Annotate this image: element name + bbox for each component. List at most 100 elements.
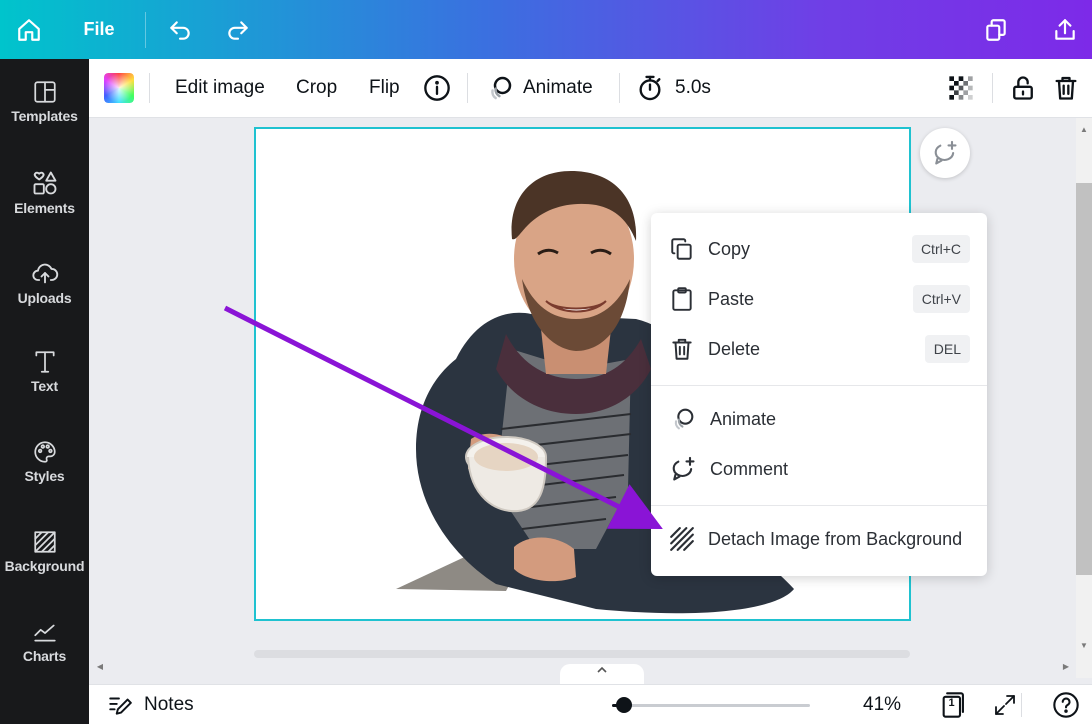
info-icon <box>424 75 450 101</box>
transparency-button[interactable] <box>947 59 975 117</box>
sidebar-item-styles[interactable]: Styles <box>0 419 89 489</box>
expand-icon <box>995 695 1015 715</box>
fullscreen-button[interactable] <box>993 685 1017 724</box>
text-icon <box>34 351 55 373</box>
add-comment-button[interactable] <box>920 128 970 178</box>
background-icon <box>33 531 56 553</box>
menu-item-label: Delete <box>708 338 761 359</box>
share-export-button[interactable] <box>1046 0 1084 59</box>
notes-button[interactable]: Notes <box>107 685 194 724</box>
bottombar-divider <box>1021 693 1022 717</box>
scroll-down-arrow[interactable]: ▼ <box>1076 637 1092 653</box>
vertical-scrollbar-thumb[interactable] <box>1076 183 1092 575</box>
shortcut-badge: DEL <box>924 335 970 363</box>
menu-item-copy[interactable]: Copy Ctrl+C <box>651 224 987 274</box>
lock-button[interactable] <box>1009 59 1037 117</box>
sidebar-item-text[interactable]: Text <box>0 329 89 399</box>
shortcut-badge: Ctrl+V <box>912 285 970 313</box>
sidebar-item-label: Templates <box>11 108 78 124</box>
animate-icon <box>491 76 512 100</box>
page-number: 1 <box>948 697 955 709</box>
sidebar-item-charts[interactable]: Charts <box>0 599 89 669</box>
undo-icon <box>170 20 190 40</box>
upload-export-icon <box>1055 18 1075 40</box>
copy-icon <box>671 238 692 260</box>
object-toolbar: Edit image Crop Flip Animate 5.0s <box>89 59 1092 118</box>
sidebar-item-elements[interactable]: Elements <box>0 149 89 219</box>
sidebar-item-background[interactable]: Background <box>0 509 89 579</box>
crop-button[interactable]: Crop <box>296 59 337 117</box>
info-button[interactable] <box>423 59 451 117</box>
home-button[interactable] <box>0 0 58 59</box>
redo-icon <box>228 20 248 40</box>
add-comment-icon <box>934 140 957 165</box>
toolbar-divider <box>467 73 468 103</box>
menu-item-label: Detach Image from Background <box>708 528 963 549</box>
menu-divider <box>651 505 987 506</box>
edit-image-button[interactable]: Edit image <box>175 59 265 117</box>
left-sidebar: Templates Elements Uploads Text Styles B… <box>0 59 89 724</box>
sidebar-item-uploads[interactable]: Uploads <box>0 239 89 309</box>
sidebar-item-label: Background <box>4 558 85 574</box>
file-menu-button[interactable]: File <box>70 0 128 59</box>
timer-icon <box>639 75 661 101</box>
delete-element-button[interactable] <box>1052 59 1080 117</box>
sidebar-item-templates[interactable]: Templates <box>0 59 89 129</box>
page-count-button[interactable]: 1 <box>940 685 966 724</box>
flip-button[interactable]: Flip <box>369 59 400 117</box>
chevron-up-icon <box>597 666 607 673</box>
menu-item-label: Paste <box>708 288 755 309</box>
zoom-slider-knob[interactable] <box>615 697 632 713</box>
menu-item-label: Animate <box>710 408 777 429</box>
horizontal-scrollbar[interactable] <box>254 650 910 658</box>
sidebar-item-label: Text <box>31 378 58 394</box>
templates-icon <box>33 81 56 103</box>
menu-item-label: Comment <box>710 458 789 479</box>
topbar-divider <box>145 12 146 48</box>
scroll-left-arrow[interactable]: ◀ <box>92 658 108 674</box>
animate-button[interactable]: Animate <box>485 59 593 117</box>
animate-icon <box>674 408 694 430</box>
add-comment-icon <box>672 456 695 481</box>
help-icon <box>1053 692 1079 718</box>
undo-button[interactable] <box>162 0 198 59</box>
menu-item-paste[interactable]: Paste Ctrl+V <box>651 274 987 324</box>
shortcut-badge: Ctrl+C <box>911 235 970 263</box>
duplicate-page-button[interactable] <box>978 0 1014 59</box>
menu-item-comment[interactable]: Comment <box>651 444 987 494</box>
help-button[interactable] <box>1052 685 1080 724</box>
redo-button[interactable] <box>220 0 256 59</box>
sidebar-item-label: Charts <box>22 648 67 664</box>
duration-button[interactable]: 5.0s <box>636 59 711 117</box>
scroll-right-arrow[interactable]: ▶ <box>1058 658 1074 674</box>
copy-pages-icon <box>986 18 1006 41</box>
scroll-up-arrow[interactable]: ▲ <box>1076 121 1092 137</box>
menu-item-detach-image[interactable]: Detach Image from Background <box>651 514 987 564</box>
clipboard-paste-icon <box>672 287 692 311</box>
trash-icon <box>1055 76 1077 100</box>
trash-icon <box>672 338 692 360</box>
sidebar-item-label: Styles <box>24 468 65 484</box>
bottom-bar: Notes 41% 1 <box>89 684 1092 724</box>
toolbar-divider <box>992 73 993 103</box>
notes-icon <box>109 697 132 715</box>
menu-item-animate[interactable]: Animate <box>651 394 987 444</box>
zoom-level-button[interactable]: 41% <box>863 685 901 724</box>
toolbar-divider <box>149 73 150 103</box>
menu-item-label: Copy <box>708 238 751 259</box>
animate-label: Animate <box>523 77 593 98</box>
styles-palette-icon <box>33 441 56 463</box>
color-picker-button[interactable] <box>104 59 134 117</box>
charts-icon <box>33 624 56 642</box>
duration-label: 5.0s <box>675 77 711 98</box>
show-pages-toggle[interactable] <box>560 664 644 684</box>
notes-label: Notes <box>144 694 194 715</box>
toolbar-divider <box>619 73 620 103</box>
zoom-slider[interactable] <box>612 704 810 707</box>
uploads-icon <box>31 263 58 284</box>
home-icon <box>18 18 40 41</box>
menu-divider <box>651 385 987 386</box>
sidebar-item-label: Elements <box>14 200 75 216</box>
background-hatch-icon <box>670 527 694 551</box>
menu-item-delete[interactable]: Delete DEL <box>651 324 987 374</box>
